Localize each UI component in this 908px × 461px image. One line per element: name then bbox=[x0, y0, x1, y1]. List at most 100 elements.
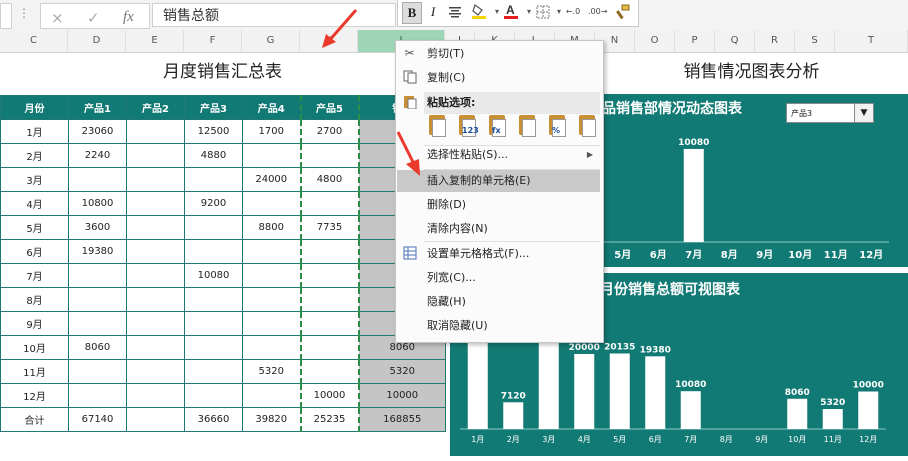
table-cell[interactable]: 24000 bbox=[242, 167, 301, 192]
table-cell[interactable]: 7月 bbox=[0, 263, 69, 288]
table-cell[interactable] bbox=[184, 335, 243, 360]
table-cell[interactable] bbox=[126, 359, 185, 384]
table-cell[interactable] bbox=[126, 311, 185, 336]
table-cell[interactable] bbox=[184, 287, 243, 312]
table-cell[interactable] bbox=[126, 239, 185, 264]
menu-item-insert-copied-cells[interactable]: 插入复制的单元格(E) bbox=[397, 170, 600, 192]
column-header-cell[interactable]: 产品1 bbox=[68, 95, 127, 120]
column-header-cell[interactable]: 产品4 bbox=[242, 95, 301, 120]
table-cell[interactable]: 11月 bbox=[0, 359, 69, 384]
table-cell[interactable] bbox=[299, 335, 360, 360]
column-header[interactable]: R bbox=[755, 30, 795, 52]
insert-function-icon[interactable]: fx bbox=[123, 9, 134, 26]
increase-decimal-icon[interactable]: ←.0 bbox=[564, 2, 582, 22]
paste-option-icon[interactable] bbox=[576, 115, 598, 139]
table-cell[interactable]: 4800 bbox=[299, 167, 360, 192]
menu-item-unhide[interactable]: 取消隐藏(U) bbox=[396, 315, 601, 337]
column-header[interactable]: E bbox=[126, 30, 184, 52]
table-cell[interactable]: 10800 bbox=[68, 191, 127, 216]
more-icon[interactable]: ⋮ bbox=[18, 6, 30, 20]
table-cell[interactable]: 2700 bbox=[299, 119, 360, 144]
bold-button[interactable]: B bbox=[402, 2, 422, 24]
fill-color-icon[interactable] bbox=[470, 2, 488, 22]
table-cell[interactable] bbox=[68, 167, 127, 192]
table-cell[interactable] bbox=[299, 287, 360, 312]
menu-item-column-width[interactable]: 列宽(C)... bbox=[396, 267, 601, 289]
table-cell[interactable]: 39820 bbox=[242, 407, 301, 432]
table-cell[interactable] bbox=[184, 359, 243, 384]
table-cell[interactable] bbox=[242, 383, 301, 408]
table-cell[interactable] bbox=[242, 239, 301, 264]
table-cell[interactable]: 10080 bbox=[184, 263, 243, 288]
paste-option-icon[interactable] bbox=[426, 115, 448, 139]
table-cell[interactable] bbox=[68, 359, 127, 384]
table-cell[interactable]: 5320 bbox=[242, 359, 301, 384]
menu-item-paste-special[interactable]: 选择性粘贴(S)... ▶ bbox=[396, 144, 601, 166]
table-cell[interactable]: 1700 bbox=[242, 119, 301, 144]
menu-item-cut[interactable]: ✂ 剪切(T) bbox=[396, 43, 601, 65]
table-cell[interactable] bbox=[68, 311, 127, 336]
column-header-cell[interactable]: 产品2 bbox=[126, 95, 185, 120]
table-cell[interactable] bbox=[242, 143, 301, 168]
column-header-cell[interactable]: 产品3 bbox=[184, 95, 243, 120]
chevron-down-icon[interactable]: ▼ bbox=[854, 104, 873, 122]
column-header[interactable]: T bbox=[835, 30, 908, 52]
table-cell[interactable]: 3600 bbox=[68, 215, 127, 240]
column-header-cell[interactable]: 产品5 bbox=[299, 95, 360, 120]
table-cell[interactable] bbox=[126, 383, 185, 408]
enter-icon[interactable]: ✓ bbox=[87, 9, 100, 27]
menu-item-delete[interactable]: 删除(D) bbox=[396, 194, 601, 216]
italic-button[interactable]: I bbox=[424, 2, 442, 22]
table-cell[interactable]: 23060 bbox=[68, 119, 127, 144]
font-color-icon[interactable]: A bbox=[502, 2, 520, 22]
decrease-decimal-icon[interactable]: .00→ bbox=[588, 2, 607, 22]
table-cell[interactable] bbox=[68, 287, 127, 312]
menu-item-clear-contents[interactable]: 清除内容(N) bbox=[396, 218, 601, 240]
table-cell[interactable] bbox=[126, 143, 185, 168]
paste-option-icon[interactable] bbox=[516, 115, 538, 139]
table-cell[interactable] bbox=[299, 263, 360, 288]
table-cell[interactable] bbox=[184, 215, 243, 240]
name-box[interactable] bbox=[0, 3, 12, 29]
table-cell[interactable] bbox=[299, 359, 360, 384]
table-cell[interactable] bbox=[126, 263, 185, 288]
table-cell[interactable] bbox=[184, 383, 243, 408]
table-cell[interactable]: 4880 bbox=[184, 143, 243, 168]
column-header-cell[interactable]: 月份 bbox=[0, 95, 69, 120]
table-cell[interactable] bbox=[126, 119, 185, 144]
table-cell[interactable] bbox=[242, 191, 301, 216]
menu-item-copy[interactable]: 复制(C) bbox=[396, 67, 601, 89]
table-cell[interactable] bbox=[126, 287, 185, 312]
table-cell[interactable]: 合计 bbox=[0, 407, 69, 432]
column-header[interactable]: P bbox=[675, 30, 715, 52]
table-cell[interactable]: 36660 bbox=[184, 407, 243, 432]
table-cell[interactable] bbox=[126, 167, 185, 192]
paste-option-icon[interactable]: % bbox=[546, 115, 568, 139]
table-cell[interactable] bbox=[126, 335, 185, 360]
column-header[interactable]: F bbox=[184, 30, 242, 52]
cancel-icon[interactable]: × bbox=[51, 9, 64, 27]
table-cell[interactable] bbox=[299, 239, 360, 264]
product-dropdown[interactable]: 产品3 ▼ bbox=[786, 103, 874, 123]
table-cell[interactable]: 9月 bbox=[0, 311, 69, 336]
table-cell[interactable] bbox=[184, 239, 243, 264]
table-cell[interactable]: 8月 bbox=[0, 287, 69, 312]
table-cell[interactable]: 10000 bbox=[299, 383, 360, 408]
table-cell[interactable]: 9200 bbox=[184, 191, 243, 216]
table-cell[interactable]: 8060 bbox=[68, 335, 127, 360]
table-cell[interactable] bbox=[184, 311, 243, 336]
table-cell[interactable]: 12500 bbox=[184, 119, 243, 144]
table-cell[interactable]: 168855 bbox=[358, 407, 446, 432]
table-cell[interactable]: 5320 bbox=[358, 359, 446, 384]
column-header[interactable]: O bbox=[635, 30, 675, 52]
table-cell[interactable] bbox=[299, 143, 360, 168]
column-header[interactable]: Q bbox=[715, 30, 755, 52]
table-cell[interactable]: 8800 bbox=[242, 215, 301, 240]
table-cell[interactable]: 3月 bbox=[0, 167, 69, 192]
table-cell[interactable] bbox=[126, 407, 185, 432]
table-cell[interactable]: 1月 bbox=[0, 119, 69, 144]
table-cell[interactable]: 4月 bbox=[0, 191, 69, 216]
table-cell[interactable] bbox=[126, 215, 185, 240]
table-cell[interactable]: 6月 bbox=[0, 239, 69, 264]
menu-item-format-cells[interactable]: 设置单元格格式(F)... bbox=[396, 243, 601, 265]
